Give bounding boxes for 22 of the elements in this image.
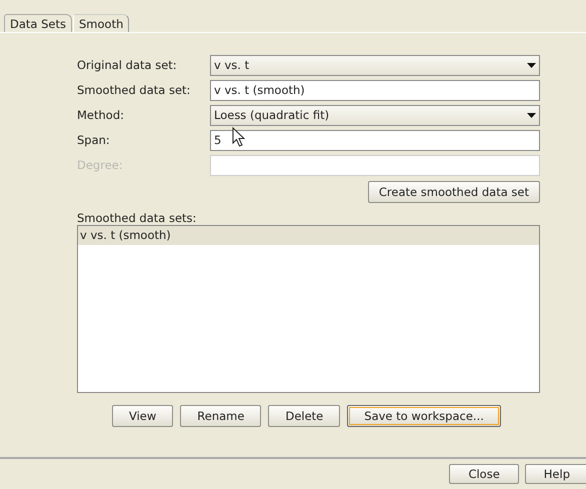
field-label: Smoothed data set: — [77, 82, 192, 99]
button[interactable]: Rename — [180, 405, 262, 427]
list-item[interactable]: v vs. t (smooth) — [78, 226, 539, 245]
button[interactable]: Delete — [268, 405, 340, 427]
list-label: Smoothed data sets: — [77, 211, 198, 225]
button[interactable]: Save to workspace... — [347, 405, 501, 427]
input-field[interactable]: v vs. t (smooth) — [210, 80, 540, 101]
dropdown[interactable]: v vs. t — [210, 55, 540, 76]
button[interactable]: View — [112, 405, 174, 427]
field-label: Original data set: — [77, 57, 178, 74]
cursor-icon — [232, 127, 246, 147]
field-label: Method: — [77, 107, 126, 124]
dropdown[interactable]: Loess (quadratic fit) — [210, 105, 540, 126]
caret-icon — [527, 113, 536, 118]
tab[interactable]: Smooth — [73, 14, 130, 32]
input-field[interactable]: 5 — [210, 130, 540, 151]
create-button[interactable]: Create smoothed data set — [368, 181, 540, 203]
caret-icon — [527, 63, 536, 68]
field-label: Span: — [77, 132, 111, 149]
tab[interactable]: Data Sets — [4, 14, 72, 32]
button[interactable]: Help — [524, 464, 586, 484]
button[interactable]: Close — [449, 464, 519, 484]
